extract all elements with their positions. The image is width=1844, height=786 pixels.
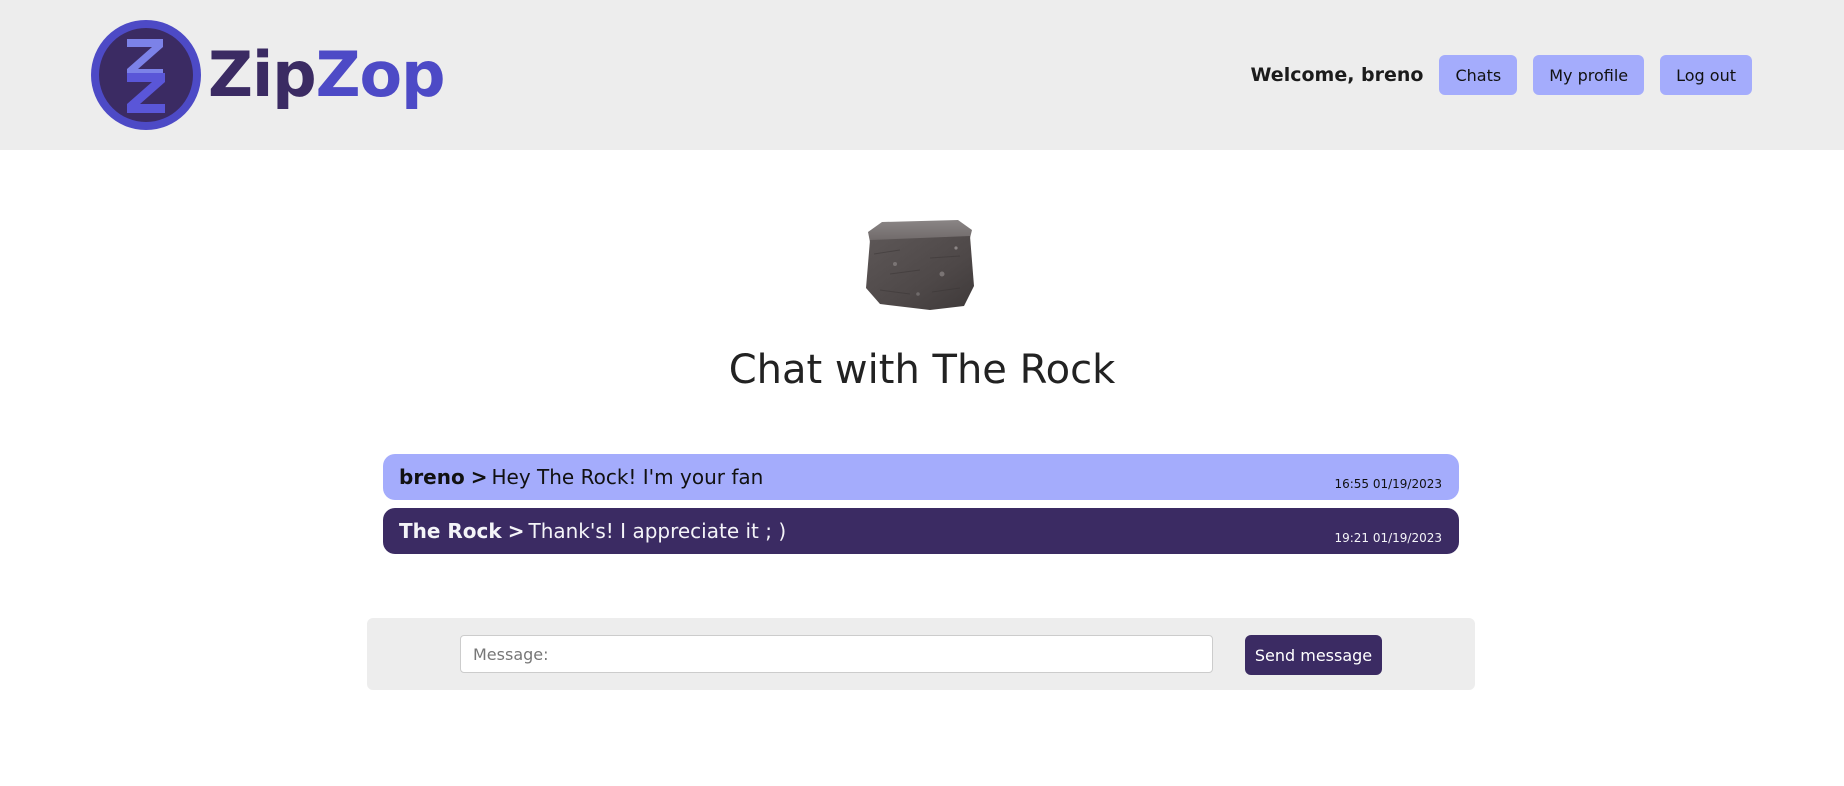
chats-button[interactable]: Chats (1439, 55, 1518, 95)
message-author: breno (399, 465, 465, 489)
user-nav: Welcome, breno Chats My profile Log out (1251, 55, 1752, 95)
navbar: ZipZop Welcome, breno Chats My profile L… (0, 0, 1844, 150)
zipzop-logo-icon (91, 20, 201, 130)
log-out-button[interactable]: Log out (1660, 55, 1752, 95)
message-list: breno > Hey The Rock! I'm your fan 16:55… (383, 454, 1459, 562)
message-author: The Rock (399, 519, 502, 543)
message-composer: Send message (367, 618, 1475, 690)
page-title: Chat with The Rock (728, 347, 1116, 393)
brand-name: ZipZop (208, 44, 446, 106)
brand-name-part2: Zop (315, 38, 446, 111)
message-item: The Rock > Thank's! I appreciate it ; ) … (383, 508, 1459, 554)
message-text: Thank's! I appreciate it ; ) (528, 519, 787, 543)
message-item: breno > Hey The Rock! I'm your fan 16:55… (383, 454, 1459, 500)
my-profile-button[interactable]: My profile (1533, 55, 1645, 95)
brand-link[interactable]: ZipZop (90, 18, 446, 132)
message-separator: > (507, 519, 525, 543)
message-timestamp: 16:55 01/19/2023 (1334, 477, 1442, 491)
send-message-button[interactable]: Send message (1245, 635, 1382, 675)
message-input[interactable] (460, 635, 1213, 673)
message-timestamp: 19:21 01/19/2023 (1334, 531, 1442, 545)
message-separator: > (470, 465, 488, 489)
message-text: Hey The Rock! I'm your fan (491, 465, 764, 489)
brand-name-part1: Zip (208, 38, 317, 111)
rock-avatar-image (866, 220, 974, 310)
welcome-text: Welcome, breno (1250, 64, 1424, 86)
